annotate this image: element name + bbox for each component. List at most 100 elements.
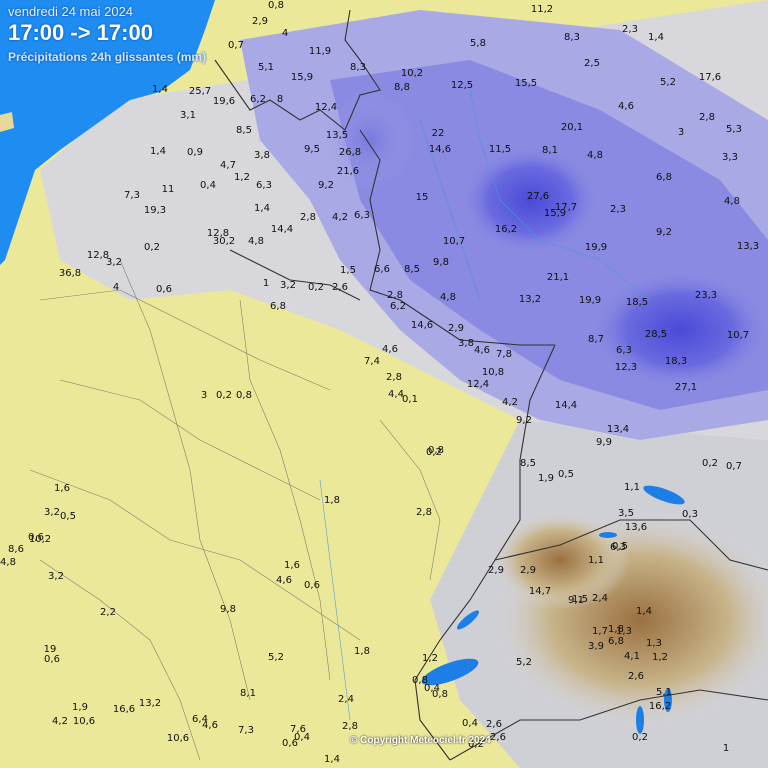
precip-value-label: 6,8 — [270, 301, 286, 312]
precip-value-label: 5,1 — [258, 62, 274, 73]
precip-value-label: 6,8 — [656, 172, 672, 183]
precip-value-label: 30,2 — [213, 236, 235, 247]
precip-value-label: 2,9 — [520, 565, 536, 576]
precip-value-label: 7,4 — [364, 356, 380, 367]
precip-value-label: 1,4 — [648, 32, 664, 43]
precip-value-label: 3,5 — [618, 508, 634, 519]
precip-value-label: 0,5 — [558, 469, 574, 480]
precip-value-label: 0,6 — [44, 654, 60, 665]
precip-value-label: 5,2 — [268, 652, 284, 663]
precip-value-label: 4 — [113, 282, 119, 293]
precip-value-label: 8,5 — [236, 125, 252, 136]
precip-value-label: 2,4 — [338, 694, 354, 705]
precip-value-label: 16,2 — [495, 224, 517, 235]
precip-value-label: 14,6 — [429, 144, 451, 155]
precip-value-label: 8,5 — [520, 458, 536, 469]
precip-value-label: 0,5 — [60, 511, 76, 522]
precip-value-label: 14,4 — [555, 400, 577, 411]
precip-value-label: 0,2 — [702, 458, 718, 469]
precip-value-label: 0,4 — [200, 180, 216, 191]
precip-value-label: 4,8 — [248, 236, 264, 247]
precip-value-label: 9,5 — [304, 144, 320, 155]
precip-value-label: 1,2 — [422, 653, 438, 664]
header-variable: Précipitations 24h glissantes (mm) — [8, 50, 207, 64]
precip-value-label: 4,6 — [618, 101, 634, 112]
precip-value-label: 17,6 — [699, 72, 721, 83]
precip-value-label: 22 — [432, 128, 445, 139]
precip-value-label: 4,7 — [220, 160, 236, 171]
precip-value-label: 0,4 — [294, 732, 310, 743]
precip-value-label: 13,6 — [625, 522, 647, 533]
precip-value-label: 4,2 — [52, 716, 68, 727]
precip-value-label: 3,3 — [722, 152, 738, 163]
precip-value-label: 1,8 — [354, 646, 370, 657]
precip-value-label: 4,2 — [332, 212, 348, 223]
precip-value-label: 14,7 — [529, 586, 551, 597]
precip-value-label: 9,8 — [433, 257, 449, 268]
precip-value-label: 4,1 — [624, 651, 640, 662]
precip-value-label: 15,9 — [544, 208, 566, 219]
precip-value-label: 2,3 — [610, 204, 626, 215]
precip-value-label: 8,8 — [394, 82, 410, 93]
precip-value-label: 19,9 — [585, 242, 607, 253]
precip-value-label: 23,3 — [695, 290, 717, 301]
precip-value-label: 3 — [678, 127, 684, 138]
precip-value-label: 11,9 — [309, 46, 331, 57]
precip-value-label: 5,2 — [660, 77, 676, 88]
precip-value-label: 10,8 — [482, 367, 504, 378]
precip-value-label: 1,7 — [592, 626, 608, 637]
precip-value-label: 8,7 — [588, 334, 604, 345]
precip-value-label: 10,2 — [401, 68, 423, 79]
precip-value-label: 2,6 — [486, 719, 502, 730]
precip-value-label: 0,2 — [216, 390, 232, 401]
precip-value-label: 0,2 — [144, 242, 160, 253]
precip-value-label: 15 — [416, 192, 429, 203]
precip-value-label: 4,8 — [0, 557, 16, 568]
precip-value-label: 5,3 — [726, 124, 742, 135]
lake-zurich — [599, 532, 617, 538]
precip-value-label: 8 — [277, 94, 283, 105]
precip-value-label: 8,3 — [350, 62, 366, 73]
precip-value-label: 3,2 — [44, 507, 60, 518]
precip-value-label: 14,4 — [271, 224, 293, 235]
precip-value-label: 4,6 — [474, 345, 490, 356]
precip-value-label: 8,5 — [404, 264, 420, 275]
precip-value-label: 2,8 — [416, 507, 432, 518]
precip-value-label: 0,1 — [402, 394, 418, 405]
precip-value-label: 0,8 — [428, 445, 444, 456]
precip-value-label: 2,6 — [332, 282, 348, 293]
precip-value-label: 16,6 — [113, 704, 135, 715]
precip-value-label: 16,2 — [649, 701, 671, 712]
precip-value-label: 2,9 — [252, 16, 268, 27]
precip-value-label: 1,5 — [572, 594, 588, 605]
precip-value-label: 19,6 — [213, 96, 235, 107]
precip-value-label: 10,6 — [167, 733, 189, 744]
precip-value-label: 5,8 — [470, 38, 486, 49]
precip-value-label: 10,6 — [73, 716, 95, 727]
precip-value-label: 1 — [263, 278, 269, 289]
header-time-range: 17:00 -> 17:00 — [8, 20, 153, 45]
precip-value-label: 10,2 — [29, 534, 51, 545]
precip-value-label: 18,3 — [665, 356, 687, 367]
precip-value-label: 2,2 — [100, 607, 116, 618]
precip-value-label: 11,2 — [531, 4, 553, 15]
precip-value-label: 1,8 — [324, 495, 340, 506]
precip-value-label: 2,8 — [699, 112, 715, 123]
precip-value-label: 14,6 — [411, 320, 433, 331]
precip-value-label: 2,8 — [342, 721, 358, 732]
precip-value-label: 3,2 — [280, 280, 296, 291]
precip-value-label: 7,3 — [124, 190, 140, 201]
precip-value-label: 6,3 — [354, 210, 370, 221]
precip-value-label: 10,7 — [443, 236, 465, 247]
precip-value-label: 1,6 — [284, 560, 300, 571]
precip-value-label: 1,3 — [646, 638, 662, 649]
precip-value-label: 0,3 — [682, 509, 698, 520]
precip-value-label: 4,6 — [276, 575, 292, 586]
precip-value-label: 7,3 — [238, 725, 254, 736]
precip-value-label: 1,4 — [150, 146, 166, 157]
precip-value-label: 0,9 — [187, 147, 203, 158]
precip-value-label: 2,9 — [488, 565, 504, 576]
precip-value-label: 20,1 — [561, 122, 583, 133]
precip-value-label: 1,2 — [652, 652, 668, 663]
precip-value-label: 9,9 — [596, 437, 612, 448]
